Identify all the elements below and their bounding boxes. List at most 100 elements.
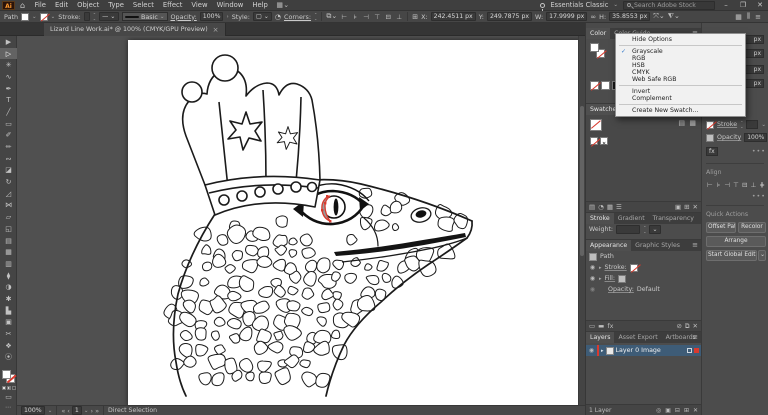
color-themes-icon[interactable]: ◔ (598, 203, 604, 211)
stroke-label[interactable]: Stroke: (58, 13, 81, 21)
visibility-eye-icon[interactable]: ◉ (589, 286, 596, 293)
white-chip[interactable] (601, 81, 610, 90)
tab-color[interactable]: Color (586, 28, 610, 39)
appearance-more-options-icon[interactable]: ••• (752, 148, 766, 155)
stroke-weight-stepper[interactable]: ⌃⌄ (93, 13, 96, 20)
arrange-documents-icon[interactable]: ▦ ⌄ (276, 1, 288, 9)
panel-columns-icon[interactable]: ⫼ (747, 12, 750, 21)
delete-swatch-icon[interactable]: ✕ (693, 203, 698, 211)
delete-layer-icon[interactable]: ✕ (693, 407, 698, 414)
swatch-registration[interactable]: ✕ (600, 137, 608, 145)
menu-window[interactable]: Window (212, 0, 248, 11)
workspace-switcher[interactable]: Essentials Classic (550, 1, 608, 9)
add-effect-fx-icon[interactable]: fx (607, 322, 613, 330)
tab-close-icon[interactable]: × (213, 26, 219, 34)
canvas[interactable] (17, 36, 585, 405)
opacity-field[interactable]: 100% (200, 12, 224, 21)
gradient-button[interactable] (7, 386, 11, 390)
appearance-fill-row[interactable]: ◉ ▸ Fill: (586, 273, 701, 284)
tool-pen[interactable]: ✒ (0, 83, 17, 95)
tool-column-graph[interactable]: ▙ (0, 305, 17, 317)
h-field[interactable]: 35.8553 px (609, 12, 650, 21)
tab-graphic-styles[interactable]: Graphic Styles (631, 240, 684, 251)
vertical-scrollbar[interactable] (578, 36, 585, 405)
tool-type[interactable]: T (0, 94, 17, 106)
props-fx-button[interactable]: fx (706, 147, 718, 156)
zoom-level-field[interactable]: 100% (21, 406, 45, 415)
tool-line-segment[interactable]: ╱ (0, 106, 17, 118)
scroll-thumb[interactable] (580, 106, 584, 256)
global-edit-caret-icon[interactable]: ⌄ (758, 250, 766, 261)
add-new-fill-icon[interactable]: ▬ (598, 322, 604, 330)
arrange-button[interactable]: Arrange (706, 236, 766, 247)
props-opacity-row[interactable]: Opacity 100% › (706, 133, 766, 142)
tab-stroke[interactable]: Stroke (586, 213, 614, 224)
stroke-row-swatch[interactable] (630, 264, 638, 272)
visibility-eye-icon[interactable]: ◉ (589, 264, 596, 271)
tab-layers[interactable]: Layers (586, 332, 614, 343)
shear-icon[interactable]: ⧨⌄ (668, 12, 680, 21)
y-field[interactable]: 249.7875 px (487, 12, 532, 21)
stroke-weight-field[interactable] (84, 12, 90, 21)
align-left-icon[interactable]: ⊢ (706, 181, 714, 189)
fill-swatch[interactable] (21, 13, 29, 21)
menu-view[interactable]: View (187, 0, 212, 11)
locate-object-icon[interactable]: ◎ (656, 407, 661, 414)
expand-icon[interactable]: ▸ (599, 276, 602, 282)
tool-eraser[interactable]: ◪ (0, 165, 17, 177)
tool-magic-wand[interactable]: ✳ (0, 59, 17, 71)
close-button[interactable]: ✕ (754, 1, 766, 9)
swatch-kinds-icon[interactable]: ▦ (607, 203, 613, 211)
layer-name[interactable]: Layer 0 Image (616, 347, 685, 354)
prev-artboard-icon[interactable]: ‹ (67, 407, 70, 415)
tool-blend[interactable]: ◑ (0, 281, 17, 293)
menu-help[interactable]: Help (248, 0, 273, 11)
panel-menu-icon[interactable]: ≡ (755, 13, 761, 21)
recolor-artwork-icon[interactable]: ◔ (275, 13, 281, 21)
align-center-icon[interactable]: ⊧ (351, 13, 359, 21)
artboard[interactable] (128, 40, 583, 405)
opacity-label[interactable]: Opacity: (171, 13, 197, 21)
tool-rotate[interactable]: ↻ (0, 176, 17, 188)
first-artboard-icon[interactable]: « (61, 407, 65, 415)
weight-stepper[interactable]: ⌃⌄ (643, 226, 646, 233)
menu-file[interactable]: File (30, 0, 50, 11)
layer-target-icon[interactable] (687, 348, 692, 353)
color-button[interactable] (2, 386, 6, 390)
artboard-number-field[interactable]: 1 (72, 406, 82, 415)
tab-transparency[interactable]: Transparency (649, 213, 698, 224)
align-right-icon[interactable]: ⊣ (723, 181, 731, 189)
align-center-icon[interactable]: ⊧ (715, 181, 723, 189)
offset-path-button[interactable]: Offset Path (706, 222, 736, 233)
align-bottom-icon[interactable]: ⊥ (750, 181, 758, 189)
expand-icon[interactable]: ▸ (599, 265, 602, 271)
align-middle-icon[interactable]: ⊟ (741, 181, 749, 189)
weight-dropdown[interactable]: ⌄ (649, 225, 660, 234)
flyout-complement[interactable]: Complement (616, 95, 745, 102)
fill-caret-icon[interactable]: ⌄ (32, 14, 37, 20)
swatch-options-icon[interactable]: ☰ (616, 203, 622, 211)
tool-perspective-grid[interactable]: ▤ (0, 235, 17, 247)
opacity-panel-arrow-icon[interactable]: › (226, 14, 228, 20)
weight-field[interactable] (616, 225, 640, 234)
flyout-grayscale[interactable]: Grayscale (616, 48, 745, 55)
align-middle-icon[interactable]: ⊟ (384, 13, 392, 21)
last-artboard-icon[interactable]: » (95, 407, 99, 415)
swatch-libraries-icon[interactable]: ▤ (589, 203, 595, 211)
props-stroke-row[interactable]: Stroke ⌃⌄ ⌄ (706, 120, 766, 129)
tool-rectangle[interactable]: ▭ (0, 118, 17, 130)
appearance-opacity-row[interactable]: ◉ Opacity: Default (586, 284, 701, 295)
layer-visibility-icon[interactable]: ◉ (588, 347, 595, 354)
next-artboard-icon[interactable]: › (90, 407, 93, 415)
tab-gradient[interactable]: Gradient (614, 213, 649, 224)
corners-label[interactable]: Corners: (284, 13, 311, 21)
props-opacity-label[interactable]: Opacity (717, 134, 741, 141)
tool-width[interactable]: ⋈ (0, 200, 17, 212)
none-swatch[interactable] (590, 119, 602, 131)
tool-direct-selection[interactable]: ▷ (0, 48, 17, 60)
reference-point-icon[interactable]: ⊞ (412, 13, 418, 21)
brush-definition-dropdown[interactable]: Basic⌄ (122, 12, 168, 21)
fill-row-label[interactable]: Fill: (605, 275, 616, 282)
new-sublayer-icon[interactable]: ⊟ (675, 407, 680, 414)
flyout-create-new-swatch[interactable]: Create New Swatch... (616, 107, 745, 114)
